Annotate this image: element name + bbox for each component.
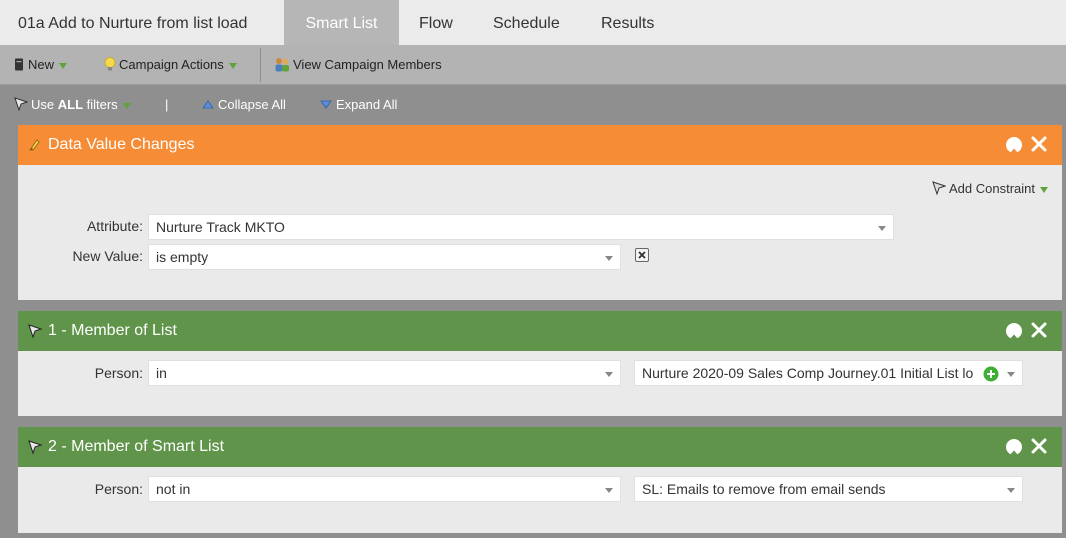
filter-card-member-of-list: 1 - Member of List Person: in Nurture 20… <box>18 311 1062 416</box>
toolbar: New Campaign Actions View Campaign Membe… <box>0 45 1066 85</box>
plus-circle-icon[interactable] <box>983 366 999 382</box>
filter-card-header: 1 - Member of List <box>18 311 1062 351</box>
lightning-icon <box>29 139 40 151</box>
view-campaign-members-label: View Campaign Members <box>293 57 442 72</box>
close-icon[interactable] <box>1030 437 1048 455</box>
new-button[interactable]: New <box>14 45 68 85</box>
lightbulb-icon <box>104 57 116 71</box>
clear-value-icon[interactable] <box>635 248 649 262</box>
chevron-down-icon <box>1007 488 1015 493</box>
use-prefix: Use <box>31 97 58 112</box>
document-icon <box>15 58 23 71</box>
funnel-icon <box>28 324 43 339</box>
add-constraint-label: Add Constraint <box>949 181 1035 196</box>
tab-bar: 01a Add to Nurture from list load Smart … <box>0 0 1066 45</box>
people-icon <box>275 58 289 72</box>
person-label: Person: <box>94 481 143 497</box>
trigger-card-data-value-changes: Data Value Changes Add Constraint Attrib… <box>18 125 1062 300</box>
new-value-label: New Value: <box>72 248 143 264</box>
triangle-down-icon <box>320 100 332 109</box>
view-campaign-members-button[interactable]: View Campaign Members <box>274 45 442 85</box>
toolbar-divider <box>260 48 261 82</box>
funnel-icon <box>14 97 29 112</box>
person-operator-select[interactable]: not in <box>148 476 621 502</box>
smart-list-value-select[interactable]: SL: Emails to remove from email sends <box>634 476 1023 502</box>
filter-bar: Use ALL filters | Collapse All Expand Al… <box>0 86 1066 124</box>
person-label: Person: <box>94 365 143 381</box>
filter-card-title: 2 - Member of Smart List <box>48 438 225 455</box>
campaign-actions-label: Campaign Actions <box>119 57 224 72</box>
person-operator-select[interactable]: in <box>148 360 621 386</box>
dropdown-arrow-icon <box>228 62 237 69</box>
person-operator-value: in <box>156 365 167 381</box>
campaign-actions-button[interactable]: Campaign Actions <box>104 45 237 85</box>
dropdown-arrow-icon <box>1040 186 1048 193</box>
program-title-tab[interactable]: 01a Add to Nurture from list load <box>18 0 247 45</box>
filter-bar-separator: | <box>165 97 169 112</box>
expand-all-button[interactable]: Expand All <box>320 86 397 124</box>
tab-results[interactable]: Results <box>601 0 654 45</box>
collapse-all-button[interactable]: Collapse All <box>202 86 286 124</box>
chevron-down-icon <box>878 226 886 231</box>
funnel-icon <box>932 181 947 196</box>
funnel-icon <box>28 440 43 455</box>
new-label: New <box>28 57 55 72</box>
person-operator-value: not in <box>156 481 191 497</box>
filter-logic-dropdown[interactable]: Use ALL filters <box>14 86 131 124</box>
triangle-up-icon <box>202 100 214 109</box>
trigger-card-header: Data Value Changes <box>18 125 1062 165</box>
list-value-select[interactable]: Nurture 2020-09 Sales Comp Journey.01 In… <box>634 360 1023 386</box>
add-constraint-button[interactable]: Add Constraint <box>932 181 1048 196</box>
attribute-value: Nurture Track MKTO <box>156 219 285 235</box>
tab-schedule[interactable]: Schedule <box>493 0 560 45</box>
filter-card-member-of-smart-list: 2 - Member of Smart List Person: not in … <box>18 427 1062 533</box>
use-suffix: filters <box>83 97 118 112</box>
arrow-up-circle-icon[interactable] <box>1006 137 1022 158</box>
arrow-up-circle-icon[interactable] <box>1006 323 1022 344</box>
close-icon[interactable] <box>1030 135 1048 153</box>
attribute-select[interactable]: Nurture Track MKTO <box>148 214 894 240</box>
collapse-all-label: Collapse All <box>218 97 286 112</box>
dropdown-arrow-icon <box>59 62 68 69</box>
use-all-bold: ALL <box>57 97 84 112</box>
chevron-down-icon <box>605 372 613 377</box>
chevron-down-icon <box>1007 372 1015 377</box>
smart-list-value: SL: Emails to remove from email sends <box>642 481 886 497</box>
filter-card-title: 1 - Member of List <box>48 322 177 339</box>
close-icon[interactable] <box>1030 321 1048 339</box>
trigger-card-title: Data Value Changes <box>48 136 195 153</box>
tab-smart-list[interactable]: Smart List <box>284 0 399 45</box>
tab-flow[interactable]: Flow <box>419 0 453 45</box>
chevron-down-icon <box>605 488 613 493</box>
chevron-down-icon <box>605 256 613 261</box>
list-value: Nurture 2020-09 Sales Comp Journey.01 In… <box>642 365 974 381</box>
new-value-select[interactable]: is empty <box>148 244 621 270</box>
new-value-value: is empty <box>156 249 209 265</box>
attribute-label: Attribute: <box>86 218 143 234</box>
filter-card-header: 2 - Member of Smart List <box>18 427 1062 467</box>
expand-all-label: Expand All <box>336 97 398 112</box>
arrow-up-circle-icon[interactable] <box>1006 439 1022 460</box>
dropdown-arrow-icon <box>122 102 131 109</box>
